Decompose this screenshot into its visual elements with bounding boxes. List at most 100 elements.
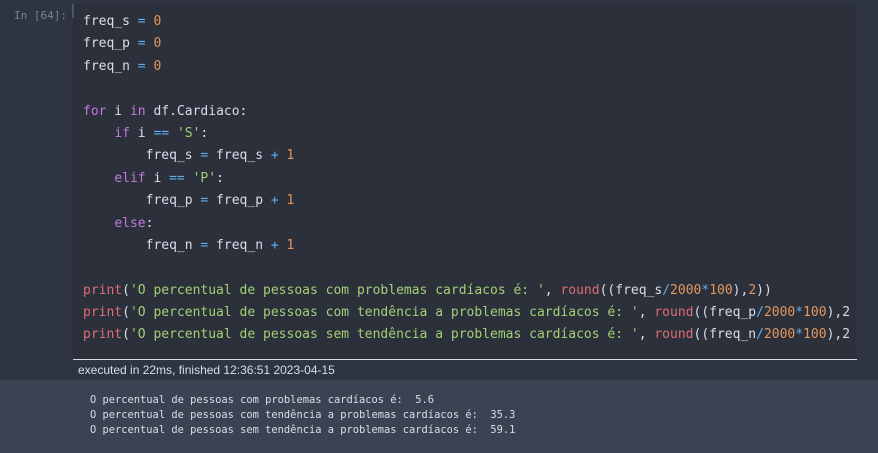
code-token: df.Cardiaco: [145, 103, 248, 119]
code-token: 2 [748, 282, 757, 298]
code-line[interactable]: if i == 'S': [83, 123, 850, 145]
code-token: * [795, 305, 804, 321]
input-prompt: In [64]: [14, 9, 67, 22]
code-token: freq_n [83, 58, 138, 74]
code-token: / [756, 305, 764, 321]
code-token: if [114, 125, 130, 141]
code-token: round [654, 305, 694, 321]
code-line[interactable]: freq_n = freq_n + 1 [83, 235, 850, 257]
code-token: freq_p [83, 193, 201, 209]
scroll-gutter [857, 0, 878, 380]
code-token: else [114, 215, 146, 231]
code-token: 0 [153, 36, 162, 52]
code-token: print [83, 327, 123, 343]
code-line[interactable]: print('O percentual de pessoas sem tendê… [83, 324, 850, 346]
code-token: freq_s [208, 148, 271, 164]
code-block[interactable]: freq_s = 0 freq_p = 0 freq_n = 0 for i in … [83, 11, 850, 347]
code-line[interactable]: freq_p = freq_p + 1 [83, 190, 850, 212]
code-token: ( [122, 282, 130, 298]
code-token: 1 [286, 237, 295, 253]
code-token: ),2 [826, 305, 851, 321]
code-token: 'S' [176, 125, 201, 141]
code-line[interactable]: else: [83, 213, 850, 235]
code-token: freq_p [83, 36, 138, 52]
code-token: 0 [153, 14, 162, 29]
code-token: 100 [803, 305, 827, 321]
code-token: , [638, 327, 655, 343]
code-token: / [756, 327, 764, 343]
code-token: freq_s [83, 14, 138, 29]
code-token: ((freq_s [599, 282, 663, 298]
code-token: 'O percentual de pessoas sem tendência a… [129, 327, 639, 343]
code-token: i [145, 170, 170, 186]
code-token: 2000 [763, 305, 796, 321]
code-token: == [153, 125, 170, 141]
cell-output: O percentual de pessoas com problemas ca… [0, 380, 878, 453]
code-editor[interactable]: freq_s = 0 freq_p = 0 freq_n = 0 for i in … [73, 4, 857, 360]
code-line[interactable] [83, 257, 850, 279]
code-token: = [137, 36, 146, 52]
code-line[interactable]: freq_p = 0 [83, 33, 850, 55]
code-token: * [795, 327, 804, 343]
code-token: ((freq_p [693, 305, 757, 321]
code-token: : [200, 125, 209, 141]
code-token: freq_n [208, 237, 271, 253]
output-line: O percentual de pessoas sem tendência a … [90, 424, 516, 436]
code-token: , [544, 282, 561, 298]
code-token: elif [114, 170, 146, 186]
code-token: 'P' [192, 170, 217, 186]
code-token: 2000 [670, 282, 702, 298]
code-token: , [638, 305, 655, 321]
code-token: 100 [709, 282, 733, 298]
code-token: = [137, 14, 146, 29]
code-token: / [662, 282, 671, 298]
code-token: 1 [286, 148, 295, 164]
code-token: freq_p [208, 193, 271, 209]
code-token: round [560, 282, 600, 298]
code-line[interactable]: freq_n = 0 [83, 56, 850, 78]
code-token: + [270, 148, 279, 164]
code-token: in [129, 103, 146, 119]
code-token: ),2 [826, 327, 851, 343]
execution-info-bar: executed in 22ms, finished 12:36:51 2023… [73, 360, 857, 380]
code-token: 0 [153, 58, 162, 74]
code-token: ((freq_n [693, 327, 757, 343]
code-token: print [83, 305, 123, 321]
code-token: : [216, 170, 224, 186]
code-token: * [701, 282, 710, 298]
code-token: i [129, 125, 154, 141]
code-token: = [137, 58, 146, 74]
code-token: + [270, 237, 279, 253]
code-token: 2000 [763, 327, 796, 343]
code-line[interactable]: freq_s = freq_s + 1 [83, 145, 850, 167]
code-token: print [83, 282, 123, 298]
output-text: O percentual de pessoas com problemas ca… [90, 393, 515, 438]
code-token: : [145, 215, 154, 231]
code-line[interactable]: freq_s = 0 [83, 11, 850, 33]
code-token: )) [756, 282, 772, 298]
code-token: 'O percentual de pessoas com tendência a… [129, 305, 639, 321]
output-line: O percentual de pessoas com problemas ca… [90, 394, 435, 406]
output-line: O percentual de pessoas com tendência a … [90, 409, 516, 421]
code-line[interactable]: for i in df.Cardiaco: [83, 101, 850, 123]
code-token: ), [732, 282, 749, 298]
code-line[interactable]: elif i == 'P': [83, 168, 850, 190]
code-token: i [106, 103, 130, 119]
code-line[interactable] [83, 78, 850, 100]
code-token: freq_n [83, 237, 201, 253]
code-line[interactable]: print('O percentual de pessoas com tendê… [83, 302, 850, 324]
code-token: 1 [286, 193, 295, 209]
code-line[interactable]: print('O percentual de pessoas com probl… [83, 280, 850, 302]
cell-selection-marker [72, 4, 74, 18]
notebook-cell[interactable]: In [64]: freq_s = 0 freq_p = 0 freq_n = 0 … [0, 0, 878, 453]
code-token: freq_s [83, 148, 201, 164]
code-token: 'O percentual de pessoas com problemas c… [129, 282, 545, 298]
